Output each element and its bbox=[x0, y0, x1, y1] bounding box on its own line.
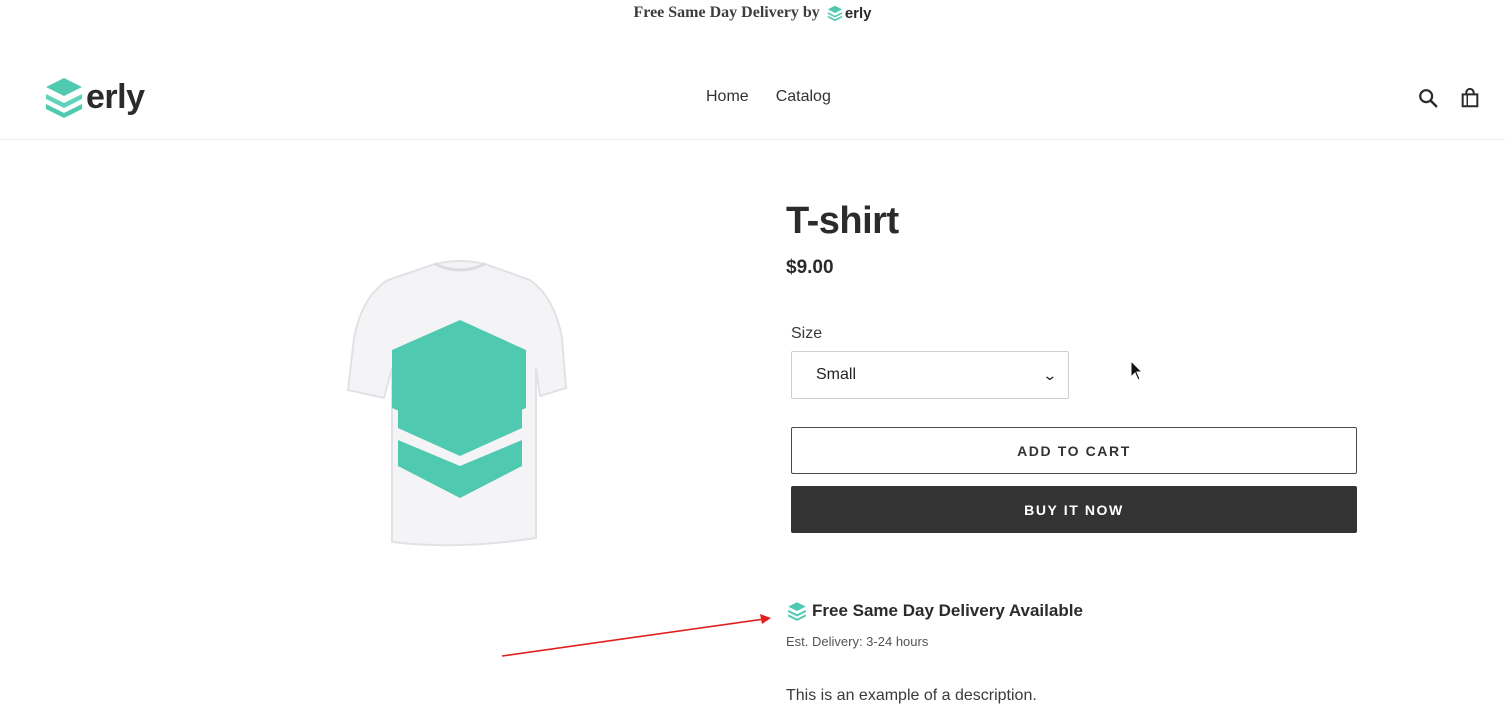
announcement-brand: erly bbox=[826, 4, 872, 22]
delivery-estimate: Est. Delivery: 3-24 hours bbox=[786, 634, 929, 649]
site-header: erly Home Catalog bbox=[0, 58, 1505, 140]
main-nav: Home Catalog bbox=[706, 88, 831, 106]
announcement-text: Free Same Day Delivery by bbox=[633, 4, 820, 21]
mouse-cursor-icon bbox=[1130, 360, 1144, 381]
nav-home[interactable]: Home bbox=[706, 88, 749, 106]
product-image[interactable] bbox=[340, 258, 580, 550]
buy-now-button[interactable]: BUY IT NOW bbox=[791, 486, 1357, 533]
search-icon[interactable] bbox=[1417, 86, 1439, 110]
size-label: Size bbox=[791, 325, 823, 342]
site-logo[interactable]: erly bbox=[44, 76, 145, 118]
erly-logo-icon bbox=[788, 602, 806, 621]
product-title: T-shirt bbox=[786, 200, 899, 242]
size-select[interactable]: Small ⌄ bbox=[791, 351, 1069, 399]
size-select-value: Small bbox=[816, 366, 857, 383]
cart-icon[interactable] bbox=[1459, 86, 1481, 110]
header-icons bbox=[1417, 86, 1481, 110]
nav-catalog[interactable]: Catalog bbox=[776, 88, 831, 106]
product-price: $9.00 bbox=[786, 257, 834, 278]
delivery-badge: Free Same Day Delivery Available bbox=[786, 600, 1083, 622]
logo-text: erly bbox=[86, 78, 145, 116]
chevron-down-icon: ⌄ bbox=[1042, 366, 1058, 383]
announcement-bar: Free Same Day Delivery by erly bbox=[0, 0, 1505, 26]
add-to-cart-button[interactable]: ADD TO CART bbox=[791, 427, 1357, 474]
product-info: T-shirt $9.00 Size Small ⌄ ADD TO CART B… bbox=[786, 200, 1366, 704]
product-description: This is an example of a description. bbox=[786, 687, 1037, 704]
delivery-title: Free Same Day Delivery Available bbox=[812, 601, 1083, 620]
erly-logo-icon bbox=[46, 78, 82, 118]
announcement-brand-text: erly bbox=[844, 4, 872, 22]
erly-logo-icon bbox=[827, 5, 843, 22]
